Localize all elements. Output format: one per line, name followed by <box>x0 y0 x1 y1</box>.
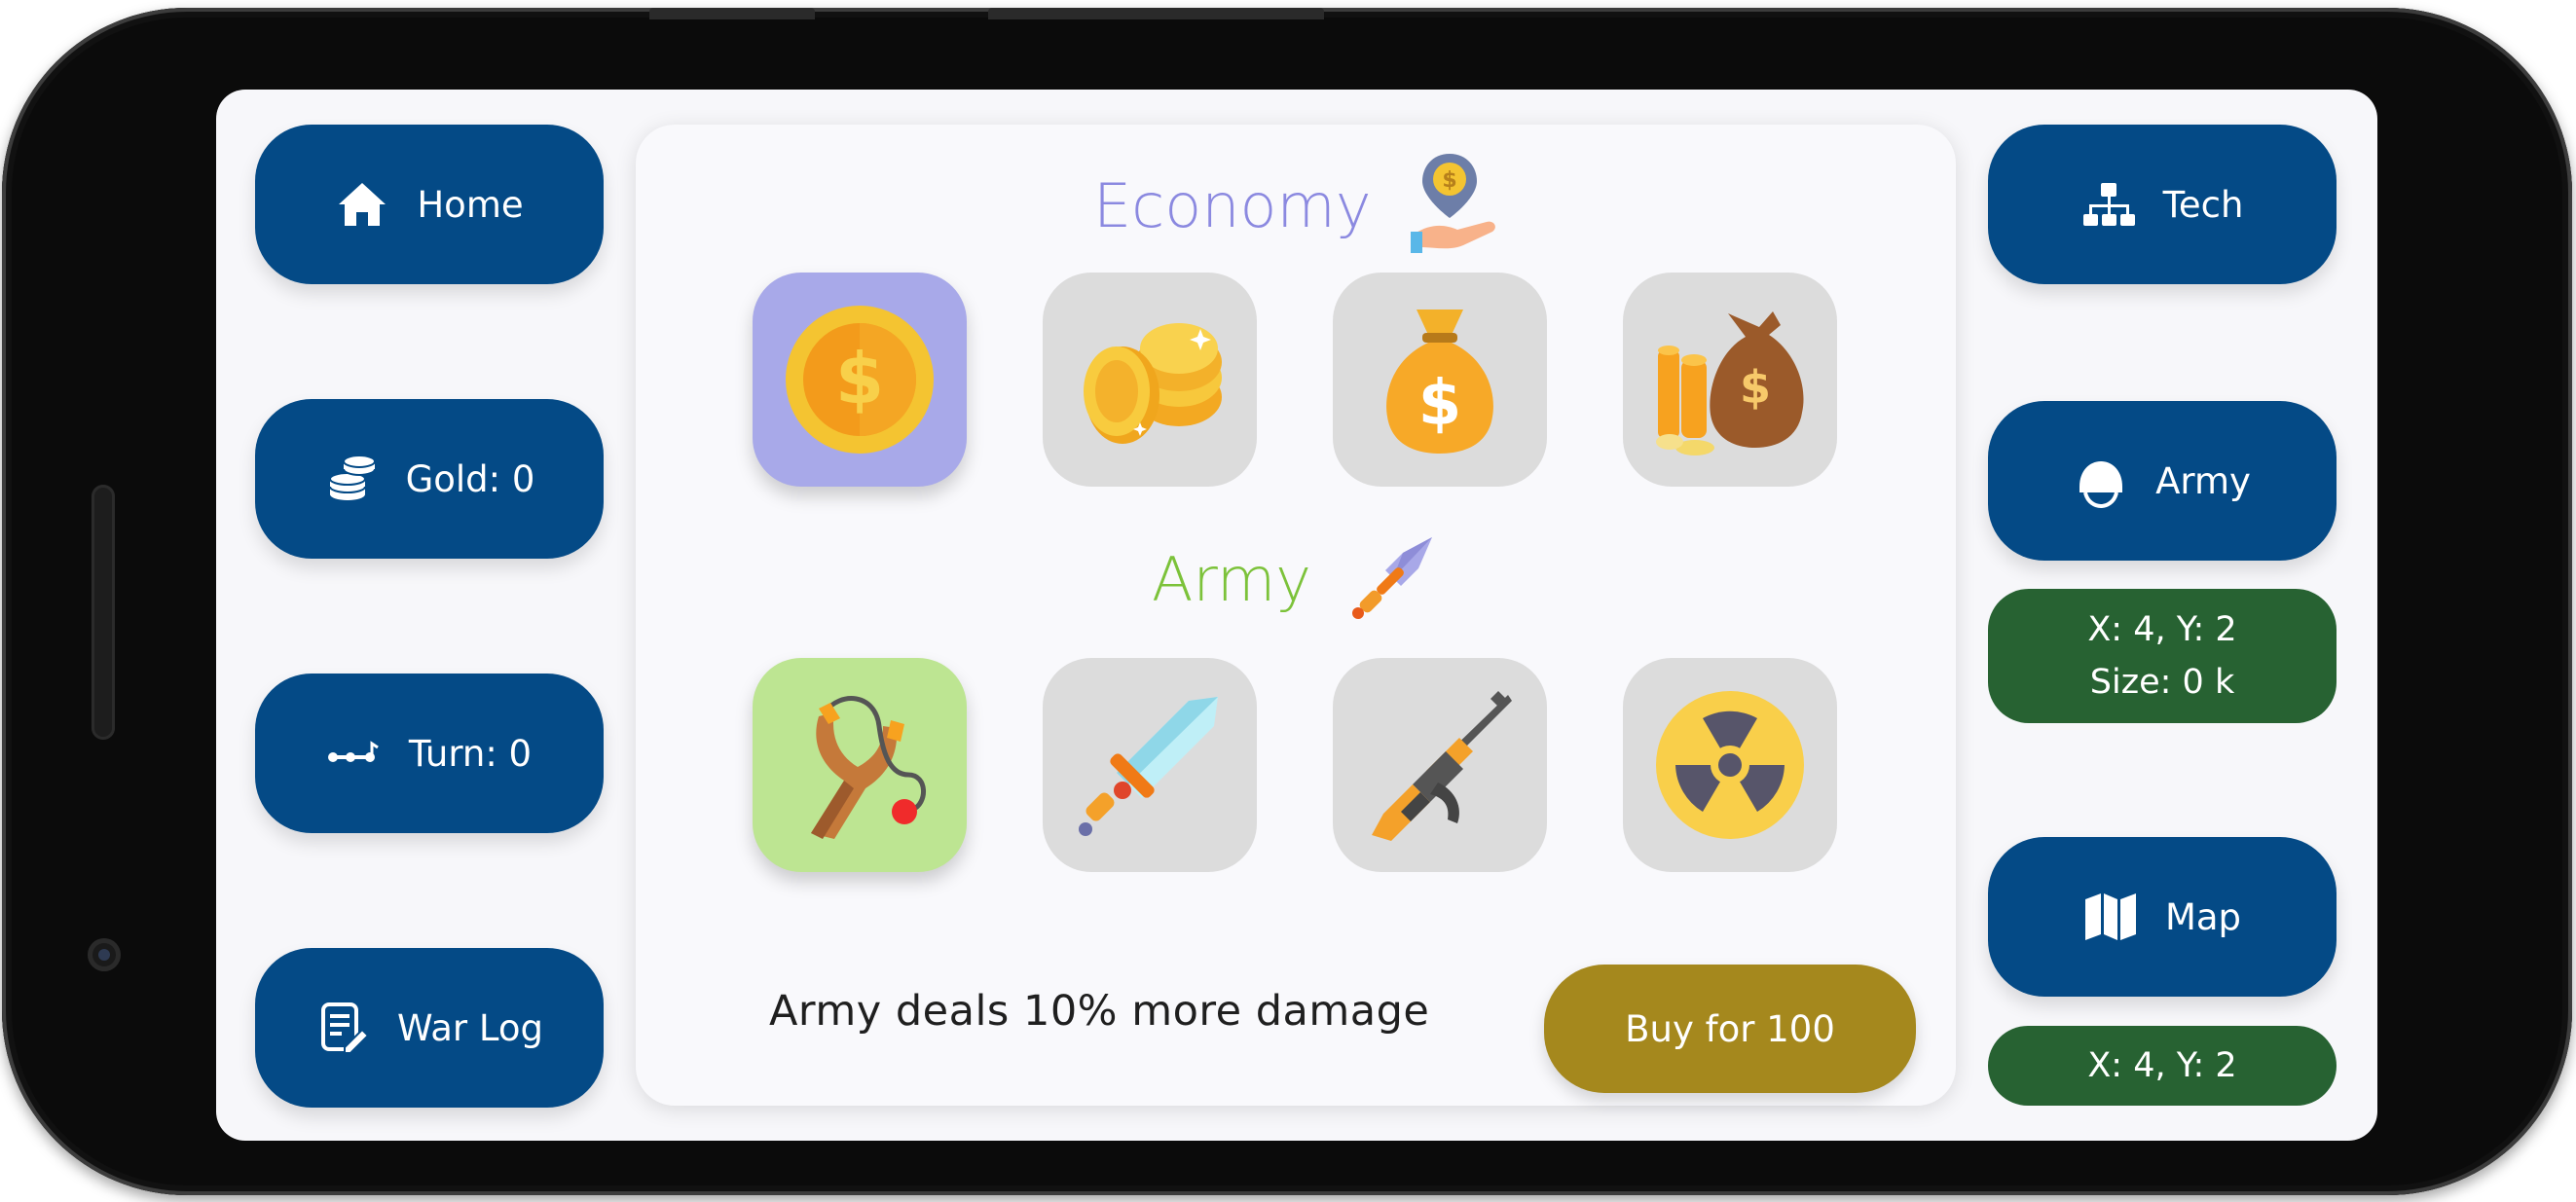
home-button[interactable]: Home <box>255 125 604 284</box>
war-log-label: War Log <box>397 1006 543 1049</box>
map-button[interactable]: Map <box>1988 837 2337 997</box>
svg-text:$: $ <box>1418 368 1462 440</box>
army-info-panel: X: 4, Y: 2 Size: 0 k <box>1988 589 2337 723</box>
money-location-icon: $ <box>1410 150 1498 261</box>
gold-label: Gold: 0 <box>405 457 535 500</box>
turn-button[interactable]: Turn: 0 <box>255 674 604 833</box>
helmet-icon <box>2074 454 2128 508</box>
log-icon <box>315 1001 370 1055</box>
home-label: Home <box>417 183 524 226</box>
phone-frame: Home Gold: 0 Turn: 0 War Log Economy $ $… <box>2 8 2572 1195</box>
treasure-bag-icon: $ <box>1652 302 1808 457</box>
svg-text:$: $ <box>835 338 884 419</box>
economy-item-treasure-bag[interactable]: $ <box>1623 273 1837 487</box>
dagger-icon <box>1350 533 1438 625</box>
economy-title: Economy <box>1093 169 1372 241</box>
army-button[interactable]: Army <box>1988 401 2337 561</box>
app-screen: Home Gold: 0 Turn: 0 War Log Economy $ $… <box>216 90 2377 1141</box>
svg-text:$: $ <box>1740 361 1771 414</box>
army-label: Army <box>2155 459 2251 502</box>
coin-stack-icon <box>1072 302 1228 457</box>
gold-button[interactable]: Gold: 0 <box>255 399 604 559</box>
buy-button[interactable]: Buy for 100 <box>1544 965 1916 1093</box>
home-icon <box>335 177 389 232</box>
army-title: Army <box>1152 543 1311 615</box>
economy-item-gold-coin[interactable]: $ <box>753 273 967 487</box>
army-size-text: Size: 0 k <box>2089 663 2235 702</box>
army-item-radiation[interactable] <box>1623 658 1837 872</box>
army-section-header: Army <box>1152 533 1438 625</box>
phone-camera <box>88 938 121 971</box>
radiation-icon <box>1652 687 1808 843</box>
map-label: Map <box>2164 895 2242 938</box>
phone-speaker <box>92 485 115 740</box>
economy-item-coin-stack[interactable] <box>1043 273 1257 487</box>
tech-button[interactable]: Tech <box>1988 125 2337 284</box>
tech-tree-icon <box>2081 177 2136 232</box>
army-item-slingshot[interactable] <box>753 658 967 872</box>
army-position-text: X: 4, Y: 2 <box>2087 610 2237 649</box>
upgrade-description: Army deals 10% more damage <box>769 987 1430 1036</box>
tech-label: Tech <box>2162 183 2244 226</box>
path-icon <box>327 726 382 781</box>
rifle-icon <box>1362 687 1518 843</box>
economy-section-header: Economy $ <box>1093 150 1498 261</box>
gold-coin-icon: $ <box>782 302 938 457</box>
map-position-text: X: 4, Y: 2 <box>2087 1046 2237 1085</box>
phone-side-button <box>649 8 815 19</box>
svg-text:$: $ <box>1442 168 1456 193</box>
upgrade-panel: Economy $ $ $ $ Army Army deals 10% more… <box>636 125 1956 1106</box>
economy-item-money-bag[interactable]: $ <box>1333 273 1547 487</box>
army-item-sword[interactable] <box>1043 658 1257 872</box>
phone-side-button <box>988 8 1324 19</box>
sword-icon <box>1072 687 1228 843</box>
map-icon <box>2083 890 2138 944</box>
money-bag-icon: $ <box>1362 302 1518 457</box>
army-item-rifle[interactable] <box>1333 658 1547 872</box>
coins-icon <box>324 452 379 506</box>
slingshot-icon <box>782 687 938 843</box>
war-log-button[interactable]: War Log <box>255 948 604 1108</box>
map-info-panel: X: 4, Y: 2 <box>1988 1026 2337 1106</box>
turn-label: Turn: 0 <box>408 732 533 775</box>
